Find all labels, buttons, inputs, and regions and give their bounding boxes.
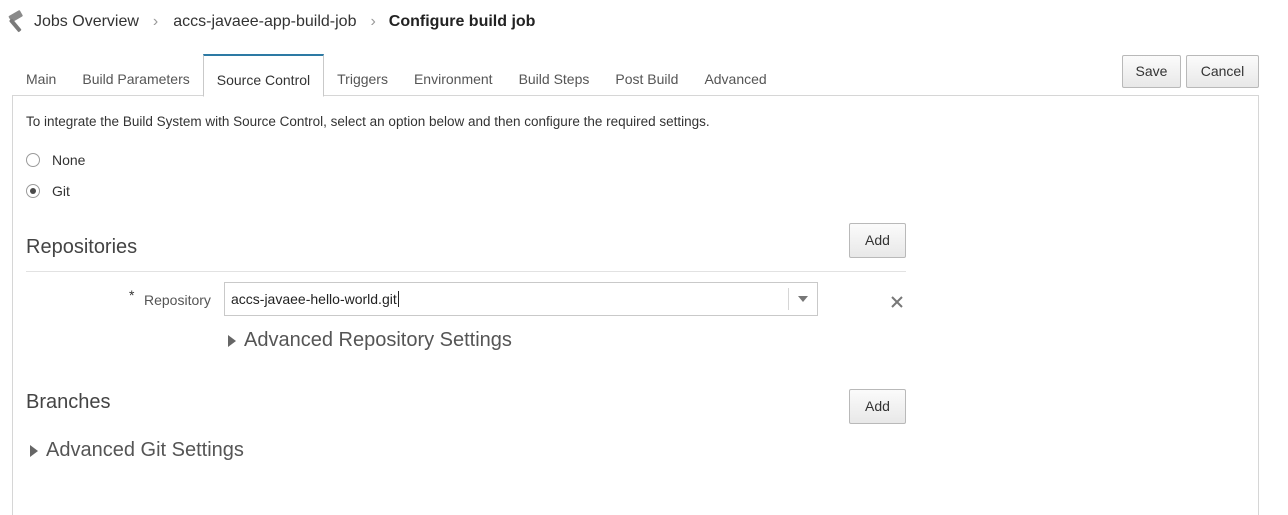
tab-triggers[interactable]: Triggers — [324, 54, 401, 94]
intro-text: To integrate the Build System with Sourc… — [26, 114, 710, 129]
hammer-icon — [4, 10, 32, 34]
divider — [26, 271, 906, 272]
advanced-git-settings-toggle[interactable]: Advanced Git Settings — [30, 439, 244, 462]
combo-divider — [788, 288, 789, 310]
tab-build-steps[interactable]: Build Steps — [506, 54, 603, 94]
required-marker: * — [129, 287, 135, 303]
repository-input-value[interactable]: accs-javaee-hello-world.git — [231, 291, 399, 307]
breadcrumb: Jobs Overview › accs-javaee-app-build-jo… — [4, 10, 535, 34]
advanced-repository-settings-toggle[interactable]: Advanced Repository Settings — [228, 329, 512, 352]
tab-advanced[interactable]: Advanced — [691, 54, 779, 94]
radio-label-git: Git — [52, 183, 70, 199]
radio-git[interactable]: Git — [26, 183, 70, 199]
breadcrumb-job[interactable]: accs-javaee-app-build-job — [173, 13, 356, 31]
cancel-button[interactable]: Cancel — [1186, 55, 1259, 88]
radio-label-none: None — [52, 152, 86, 168]
repository-label: Repository — [144, 292, 211, 308]
close-icon[interactable] — [890, 295, 904, 309]
chevron-down-icon[interactable] — [797, 295, 809, 303]
breadcrumb-jobs-overview[interactable]: Jobs Overview — [34, 13, 139, 31]
triangle-right-icon — [228, 334, 236, 347]
triangle-right-icon — [30, 444, 38, 457]
save-button[interactable]: Save — [1122, 55, 1181, 88]
radio-button-checked[interactable] — [26, 184, 40, 198]
advanced-git-settings-label: Advanced Git Settings — [46, 439, 244, 461]
radio-button[interactable] — [26, 153, 40, 167]
tab-post-build[interactable]: Post Build — [602, 54, 691, 94]
chevron-right-icon: › — [370, 13, 376, 30]
tab-build-parameters[interactable]: Build Parameters — [69, 54, 202, 94]
radio-none[interactable]: None — [26, 152, 85, 168]
tab-environment[interactable]: Environment — [401, 54, 506, 94]
page-title: Configure build job — [388, 13, 536, 30]
add-branch-button[interactable]: Add — [849, 389, 906, 424]
branches-title: Branches — [26, 391, 111, 413]
tab-main[interactable]: Main — [13, 54, 69, 94]
repositories-title: Repositories — [26, 236, 138, 258]
tab-source-control[interactable]: Source Control — [202, 54, 325, 97]
advanced-repository-settings-label: Advanced Repository Settings — [244, 329, 512, 351]
chevron-right-icon: › — [152, 13, 159, 30]
tab-bar: Main Build Parameters Source Control Tri… — [13, 54, 780, 97]
add-repository-button[interactable]: Add — [849, 223, 906, 258]
repository-combobox[interactable]: accs-javaee-hello-world.git — [224, 282, 818, 316]
